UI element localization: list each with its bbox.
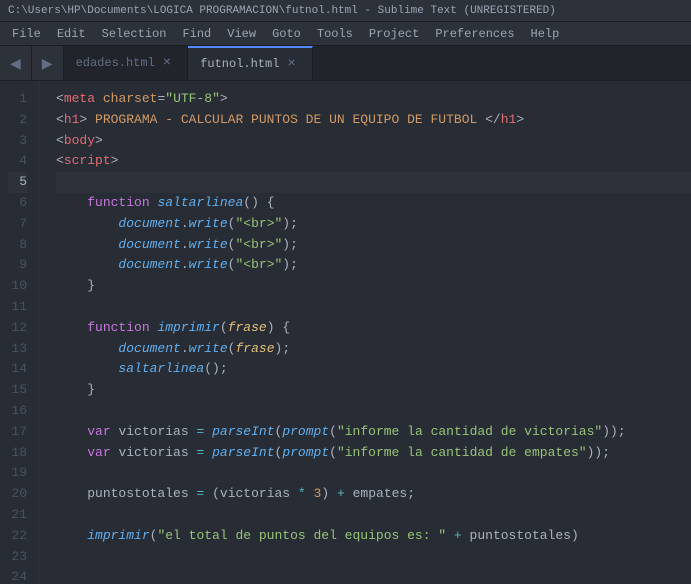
code-line-13: document.write(frase); [56,339,691,360]
menu-selection[interactable]: Selection [94,25,175,43]
menu-preferences[interactable]: Preferences [427,25,522,43]
code-line-22: imprimir("el total de puntos del equipos… [56,526,691,547]
code-line-2: <h1> PROGRAMA - CALCULAR PUNTOS DE UN EQ… [56,110,691,131]
line-num-18: 18 [8,443,27,464]
menu-file[interactable]: File [4,25,49,43]
menu-tools[interactable]: Tools [309,25,361,43]
tab-futnol-label: futnol.html [200,57,279,71]
title-text: C:\Users\HP\Documents\LOGICA PROGRAMACIO… [8,5,556,17]
code-line-11 [56,297,691,318]
line-num-10: 10 [8,276,27,297]
menu-view[interactable]: View [219,25,264,43]
code-line-5 [56,172,691,193]
tab-nav-prev[interactable]: ◀ [0,46,32,80]
line-num-23: 23 [8,547,27,568]
line-num-19: 19 [8,463,27,484]
code-line-6: function saltarlinea() { [56,193,691,214]
line-num-15: 15 [8,380,27,401]
code-line-12: function imprimir(frase) { [56,318,691,339]
line-num-2: 2 [8,110,27,131]
code-line-23 [56,547,691,568]
line-num-22: 22 [8,526,27,547]
line-numbers: 1 2 3 4 5 6 7 8 9 10 11 12 13 14 15 16 1… [0,81,40,584]
code-line-17: var victorias = parseInt(prompt("informe… [56,422,691,443]
line-num-12: 12 [8,318,27,339]
line-num-8: 8 [8,235,27,256]
code-line-14: saltarlinea(); [56,359,691,380]
line-num-6: 6 [8,193,27,214]
editor: 1 2 3 4 5 6 7 8 9 10 11 12 13 14 15 16 1… [0,81,691,584]
menu-bar: File Edit Selection Find View Goto Tools… [0,22,691,46]
line-num-1: 1 [8,89,27,110]
tab-futnol[interactable]: futnol.html × [188,46,313,80]
title-bar: C:\Users\HP\Documents\LOGICA PROGRAMACIO… [0,0,691,22]
code-line-19 [56,463,691,484]
tab-nav-next[interactable]: ▶ [32,46,64,80]
code-line-9: document.write("<br>"); [56,255,691,276]
code-line-1: <meta charset="UTF-8"> [56,89,691,110]
line-num-4: 4 [8,151,27,172]
code-line-15: } [56,380,691,401]
code-line-16 [56,401,691,422]
menu-help[interactable]: Help [523,25,568,43]
line-num-7: 7 [8,214,27,235]
code-content[interactable]: <meta charset="UTF-8"> <h1> PROGRAMA - C… [40,81,691,584]
code-line-7: document.write("<br>"); [56,214,691,235]
line-num-16: 16 [8,401,27,422]
code-line-20: puntostotales = (victorias * 3) + empate… [56,484,691,505]
code-line-3: <body> [56,131,691,152]
line-num-21: 21 [8,505,27,526]
tab-edades[interactable]: edades.html × [64,46,189,80]
line-num-5: 5 [8,172,27,193]
menu-goto[interactable]: Goto [264,25,309,43]
tab-futnol-close[interactable]: × [287,57,295,71]
line-num-11: 11 [8,297,27,318]
menu-project[interactable]: Project [361,25,427,43]
line-num-20: 20 [8,484,27,505]
code-line-24 [56,567,691,584]
line-num-17: 17 [8,422,27,443]
code-line-8: document.write("<br>"); [56,235,691,256]
code-line-18: var victorias = parseInt(prompt("informe… [56,443,691,464]
code-line-10: } [56,276,691,297]
line-num-24: 24 [8,567,27,584]
line-num-3: 3 [8,131,27,152]
line-num-14: 14 [8,359,27,380]
line-num-13: 13 [8,339,27,360]
code-line-4: <script> [56,151,691,172]
tab-bar: ◀ ▶ edades.html × futnol.html × [0,46,691,81]
menu-edit[interactable]: Edit [49,25,94,43]
tab-edades-label: edades.html [76,56,155,70]
code-line-21 [56,505,691,526]
tab-edades-close[interactable]: × [163,56,171,70]
menu-find[interactable]: Find [174,25,219,43]
line-num-9: 9 [8,255,27,276]
